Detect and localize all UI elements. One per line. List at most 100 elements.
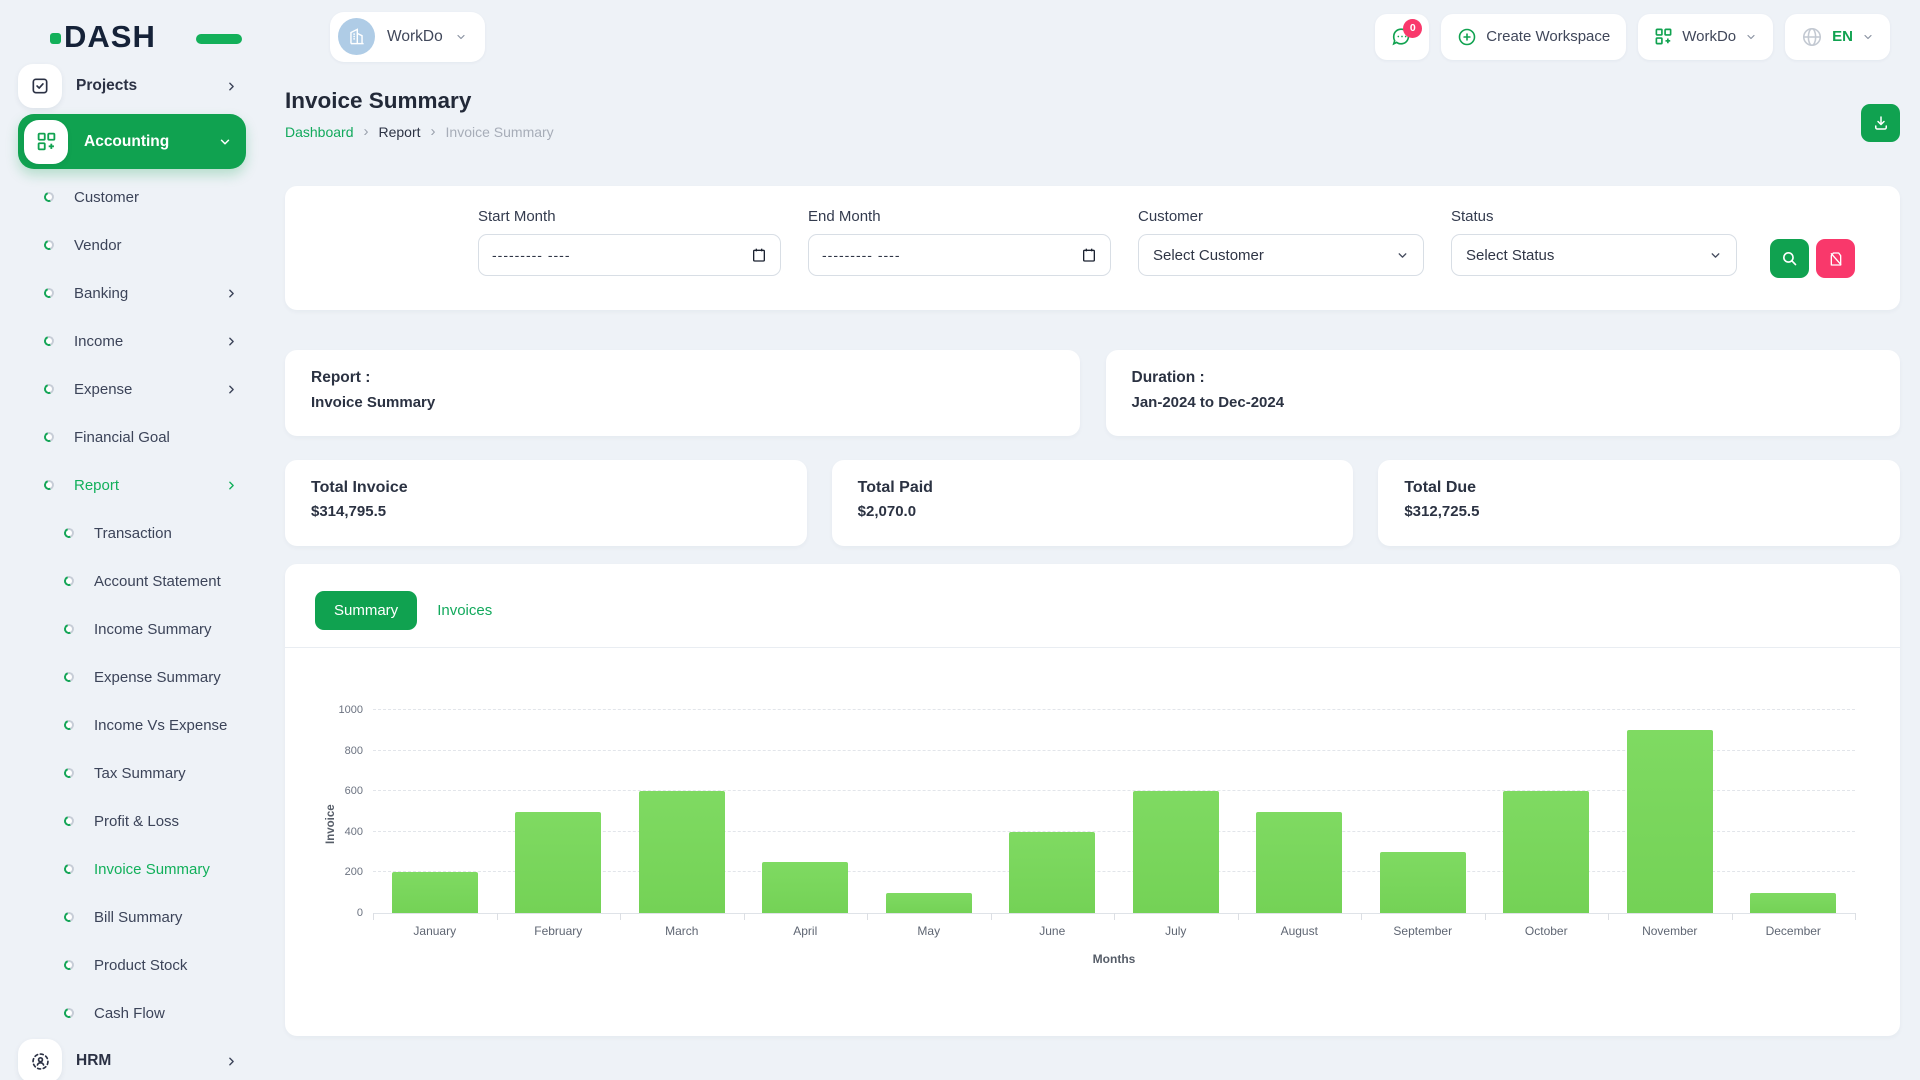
start-month-label: Start Month — [478, 208, 781, 225]
apply-filter-button[interactable] — [1770, 239, 1809, 278]
sidebar-item-label: Bill Summary — [94, 909, 182, 926]
chevron-down-icon — [1396, 249, 1409, 262]
logo-text: DASH — [64, 19, 156, 55]
chevron-down-icon — [1745, 31, 1757, 43]
sidebar-item-cash-flow[interactable]: Cash Flow — [18, 989, 246, 1037]
breadcrumb-report[interactable]: Report — [379, 124, 421, 140]
breadcrumb-dashboard[interactable]: Dashboard — [285, 124, 354, 140]
sidebar-item-label: Income Vs Expense — [94, 717, 227, 734]
sidebar-item-income[interactable]: Income — [18, 317, 246, 365]
sidebar-item-label: Accounting — [84, 133, 169, 151]
filter-panel: Start Month --------- ---- End Month ---… — [285, 186, 1900, 310]
chevron-right-icon — [225, 1055, 238, 1068]
sidebar-item-profit-loss[interactable]: Profit & Loss — [18, 797, 246, 845]
start-month-input[interactable]: --------- ---- — [478, 234, 781, 276]
status-select[interactable]: Select Status — [1451, 234, 1737, 276]
tab-summary[interactable]: Summary — [315, 591, 417, 630]
sidebar-item-accounting[interactable]: Accounting — [18, 114, 246, 169]
total-invoice-card: Total Invoice $314,795.5 — [285, 460, 807, 546]
top-header: DASH WorkDo 0 Create Workspace WorkDo — [0, 0, 1920, 73]
workspace-switcher[interactable]: WorkDo — [330, 12, 485, 62]
create-workspace-button[interactable]: Create Workspace — [1441, 14, 1626, 60]
sidebar-item-label: Expense Summary — [94, 669, 221, 686]
end-month-field: End Month --------- ---- — [808, 208, 1111, 310]
chart-bars — [373, 710, 1855, 913]
y-tick-label: 1000 — [339, 704, 363, 716]
sidebar-item-income-summary[interactable]: Income Summary — [18, 605, 246, 653]
create-workspace-label: Create Workspace — [1486, 28, 1610, 45]
messages-button[interactable]: 0 — [1375, 14, 1429, 60]
y-tick-label: 400 — [345, 826, 363, 838]
bullet-icon — [62, 958, 75, 971]
sidebar-item-account-statement[interactable]: Account Statement — [18, 557, 246, 605]
search-icon — [1781, 250, 1798, 267]
sidebar-item-product-stock[interactable]: Product Stock — [18, 941, 246, 989]
x-tick-label: September — [1361, 924, 1485, 938]
sidebar-item-bill-summary[interactable]: Bill Summary — [18, 893, 246, 941]
start-month-field: Start Month --------- ---- — [478, 208, 781, 310]
bar-february — [515, 812, 601, 914]
language-selector[interactable]: EN — [1785, 14, 1890, 60]
sidebar-item-income-vs-expense[interactable]: Income Vs Expense — [18, 701, 246, 749]
sidebar-item-banking[interactable]: Banking — [18, 269, 246, 317]
chevron-right-icon: › — [431, 123, 436, 140]
x-tick — [1485, 913, 1486, 920]
sidebar-nav: Projects Accounting Customer Vendor Banking I… — [18, 62, 246, 1080]
sidebar-item-expense-summary[interactable]: Expense Summary — [18, 653, 246, 701]
report-info-card: Report : Invoice Summary — [285, 350, 1080, 436]
sidebar-item-label: Banking — [74, 285, 128, 302]
sidebar-item-expense[interactable]: Expense — [18, 365, 246, 413]
bar-may — [886, 893, 972, 913]
bar-april — [762, 862, 848, 913]
sidebar-item-report[interactable]: Report — [18, 461, 246, 509]
checkbox-icon — [30, 76, 50, 96]
sidebar-item-vendor[interactable]: Vendor — [18, 221, 246, 269]
bullet-icon — [62, 718, 75, 731]
total-paid-label: Total Paid — [858, 479, 1328, 497]
bullet-icon — [62, 862, 75, 875]
x-tick-label: July — [1114, 924, 1238, 938]
chevron-right-icon: › — [364, 123, 369, 140]
chevron-down-icon — [1709, 249, 1722, 262]
workdo-menu-button[interactable]: WorkDo — [1638, 14, 1773, 60]
sidebar-item-label: Customer — [74, 189, 139, 206]
x-tick — [1114, 913, 1115, 920]
sidebar-item-projects[interactable]: Projects — [18, 62, 246, 110]
chevron-down-icon — [455, 31, 467, 43]
grid-plus-icon — [1654, 27, 1673, 46]
sidebar-item-label: Vendor — [74, 237, 122, 254]
chevron-right-icon — [225, 287, 238, 300]
end-month-input[interactable]: --------- ---- — [808, 234, 1111, 276]
sidebar-item-hrm[interactable]: HRM — [18, 1037, 246, 1080]
sidebar-item-invoice-summary[interactable]: Invoice Summary — [18, 845, 246, 893]
tab-invoices[interactable]: Invoices — [435, 592, 494, 629]
calendar-icon[interactable] — [1081, 247, 1097, 263]
chart-card: Summary Invoices Invoice 020040060080010… — [285, 564, 1900, 1036]
download-icon — [1872, 114, 1890, 132]
customer-select[interactable]: Select Customer — [1138, 234, 1424, 276]
chevron-down-icon — [1862, 31, 1874, 43]
x-tick — [1608, 913, 1609, 920]
sidebar-item-tax-summary[interactable]: Tax Summary — [18, 749, 246, 797]
main-content: Invoice Summary Dashboard › Report › Inv… — [285, 88, 1900, 1036]
grid-plus-icon — [36, 131, 57, 152]
x-tick-label: August — [1238, 924, 1362, 938]
sidebar-item-customer[interactable]: Customer — [18, 173, 246, 221]
end-month-label: End Month — [808, 208, 1111, 225]
chevron-right-icon — [225, 383, 238, 396]
y-tick-label: 600 — [345, 785, 363, 797]
logo-dot — [50, 33, 61, 44]
sidebar-item-label: Report — [74, 477, 119, 494]
bullet-icon — [42, 430, 55, 443]
download-button[interactable] — [1861, 104, 1900, 142]
sidebar-item-label: Tax Summary — [94, 765, 186, 782]
bullet-icon — [42, 478, 55, 491]
sidebar-item-transaction[interactable]: Transaction — [18, 509, 246, 557]
reset-filter-button[interactable] — [1816, 239, 1855, 278]
chevron-down-icon — [218, 135, 232, 149]
calendar-icon[interactable] — [751, 247, 767, 263]
chevron-right-icon — [225, 335, 238, 348]
hrm-icon — [30, 1051, 51, 1072]
sidebar-item-financial-goal[interactable]: Financial Goal — [18, 413, 246, 461]
x-tick-label: June — [991, 924, 1115, 938]
